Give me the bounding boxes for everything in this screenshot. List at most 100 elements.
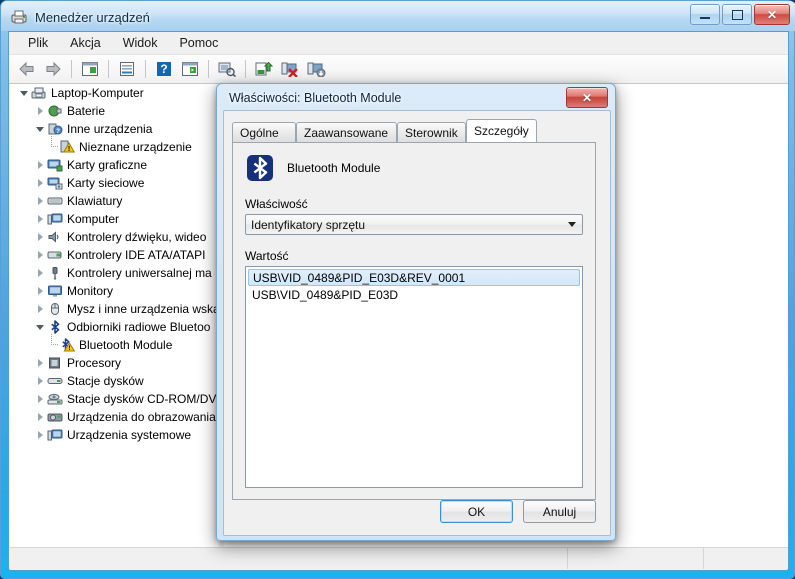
- window-title-group: Menedżer urządzeń: [10, 6, 150, 28]
- tree-connector-icon: [46, 334, 58, 354]
- value-listbox[interactable]: USB\VID_0489&PID_E03D&REV_0001 USB\VID_0…: [245, 266, 583, 488]
- tree-item-klawiatury[interactable]: Klawiatury: [10, 192, 224, 210]
- chevron-down-icon[interactable]: [34, 318, 46, 336]
- tree-item-mysz[interactable]: Mysz i inne urządzenia wska: [10, 300, 224, 318]
- monitor-icon: [46, 283, 64, 299]
- chevron-down-icon: [568, 222, 576, 227]
- menu-widok[interactable]: Widok: [112, 33, 169, 53]
- minimize-button[interactable]: [690, 4, 720, 25]
- tree-item-urzadzenia-systemowe[interactable]: Urządzenia systemowe: [10, 426, 224, 444]
- tree-item-kontrolery-dzwieku[interactable]: Kontrolery dźwięku, wideo: [10, 228, 224, 246]
- toolbar-separator: [108, 60, 109, 78]
- tree-item-bluetooth-radios[interactable]: Odbiorniki radiowe Bluetoo: [10, 318, 224, 336]
- chevron-right-icon[interactable]: [34, 426, 46, 444]
- dialog-close-button[interactable]: ✕: [566, 87, 608, 108]
- chevron-right-icon[interactable]: [34, 390, 46, 408]
- tree-item-label: Urządzenia systemowe: [67, 428, 192, 442]
- update-driver-icon[interactable]: [252, 57, 276, 81]
- tree-item-label: Stacje dysków: [67, 374, 144, 388]
- tree-item-stacje-dyskow[interactable]: Stacje dysków: [10, 372, 224, 390]
- list-item[interactable]: USB\VID_0489&PID_E03D&REV_0001: [248, 269, 580, 286]
- list-item-label: USB\VID_0489&PID_E03D&REV_0001: [253, 270, 466, 285]
- tree-item-komputer[interactable]: Komputer: [10, 210, 224, 228]
- chevron-right-icon[interactable]: [34, 192, 46, 210]
- chevron-right-icon[interactable]: [34, 372, 46, 390]
- maximize-button[interactable]: [722, 4, 752, 25]
- chevron-right-icon[interactable]: [34, 354, 46, 372]
- tab-sterownik[interactable]: Sterownik: [397, 122, 466, 142]
- chevron-right-icon[interactable]: [34, 228, 46, 246]
- chevron-right-icon[interactable]: [34, 300, 46, 318]
- tree-item-bluetooth-module[interactable]: ! Bluetooth Module: [10, 334, 224, 354]
- tab-ogolne[interactable]: Ogólne: [232, 122, 296, 142]
- other-devices-icon: ?: [46, 121, 64, 137]
- tree-item-stacje-cdrom[interactable]: Stacje dysków CD-ROM/DV: [10, 390, 224, 408]
- list-item-label: USB\VID_0489&PID_E03D: [252, 287, 399, 302]
- tree-item-monitory[interactable]: Monitory: [10, 282, 224, 300]
- chevron-down-icon[interactable]: [18, 84, 30, 102]
- menu-bar: Plik Akcja Widok Pomoc: [9, 32, 788, 55]
- console-tree-icon[interactable]: [178, 57, 202, 81]
- tree-item-label: Klawiatury: [67, 194, 123, 208]
- cdrom-drive-icon: [46, 391, 64, 407]
- tab-label: Zaawansowane: [304, 125, 389, 140]
- tree-item-label: Procesory: [67, 356, 122, 370]
- chevron-right-icon[interactable]: [34, 210, 46, 228]
- tree-item-karty-sieciowe[interactable]: Karty sieciowe: [10, 174, 224, 192]
- status-pane-message: [10, 548, 568, 569]
- cancel-button[interactable]: Anuluj: [523, 500, 596, 523]
- tree-item-label: Karty graficzne: [67, 158, 148, 172]
- tree-item-baterie[interactable]: Baterie: [10, 102, 224, 120]
- menu-akcja[interactable]: Akcja: [59, 33, 112, 53]
- menu-pomoc[interactable]: Pomoc: [168, 33, 229, 53]
- tree-item-karty-graficzne[interactable]: Karty graficzne: [10, 156, 224, 174]
- chevron-right-icon[interactable]: [34, 156, 46, 174]
- tree-item-inne-urzadzenia[interactable]: ? Inne urządzenia: [10, 120, 224, 138]
- device-manager-icon: [10, 8, 28, 26]
- tree-item-label: Inne urządzenia: [67, 122, 153, 136]
- bluetooth-icon: [245, 153, 275, 183]
- tab-zaawansowane[interactable]: Zaawansowane: [296, 122, 397, 142]
- disable-device-icon[interactable]: [278, 57, 302, 81]
- help-icon[interactable]: ?: [152, 57, 176, 81]
- tab-szczegoly[interactable]: Szczegóły: [466, 119, 537, 142]
- menu-plik[interactable]: Plik: [17, 33, 59, 53]
- properties-icon[interactable]: [115, 57, 139, 81]
- tree-item-nieznane-urzadzenie[interactable]: ! Nieznane urządzenie: [10, 136, 224, 156]
- chevron-right-icon[interactable]: [34, 174, 46, 192]
- chevron-right-icon[interactable]: [34, 408, 46, 426]
- back-arrow-icon[interactable]: [15, 57, 39, 81]
- scan-hardware-changes-icon[interactable]: [215, 57, 239, 81]
- svg-text:!: !: [68, 146, 70, 153]
- tree-item-kontrolery-ide[interactable]: Kontrolery IDE ATA/ATAPI: [10, 246, 224, 264]
- mouse-icon: [46, 301, 64, 317]
- list-item[interactable]: USB\VID_0489&PID_E03D: [248, 286, 580, 303]
- svg-text:?: ?: [56, 128, 60, 135]
- tree-item-urzadzenia-obrazowania[interactable]: Urządzenia do obrazowania: [10, 408, 224, 426]
- chevron-right-icon[interactable]: [34, 282, 46, 300]
- minimize-icon: [691, 5, 719, 24]
- close-icon: ✕: [581, 90, 593, 105]
- ok-button[interactable]: OK: [440, 500, 513, 523]
- enable-device-icon[interactable]: [304, 57, 328, 81]
- tree-item-label: Komputer: [67, 212, 120, 226]
- tree-item-kontrolery-usb[interactable]: Kontrolery uniwersalnej ma: [10, 264, 224, 282]
- device-manager-window: Menedżer urządzeń ✕ Plik Akcja Widok Pom…: [0, 0, 795, 579]
- tree-item-procesory[interactable]: Procesory: [10, 354, 224, 372]
- device-tree[interactable]: Laptop-Komputer Baterie ? Inne urządzeni…: [10, 84, 224, 550]
- close-button[interactable]: ✕: [754, 4, 790, 25]
- show-hide-tree-icon[interactable]: [78, 57, 102, 81]
- tree-item-label: Kontrolery uniwersalnej ma: [67, 266, 212, 280]
- property-dropdown[interactable]: Identyfikatory sprzętu: [245, 214, 583, 235]
- chevron-right-icon[interactable]: [34, 264, 46, 282]
- tree-item-label: Stacje dysków CD-ROM/DV: [67, 392, 217, 406]
- tree-item-laptop-komputer[interactable]: Laptop-Komputer: [10, 84, 224, 102]
- chevron-right-icon[interactable]: [34, 102, 46, 120]
- cancel-button-label: Anuluj: [542, 504, 577, 519]
- tree-item-label: Kontrolery dźwięku, wideo: [67, 230, 207, 244]
- close-icon: ✕: [766, 7, 778, 22]
- toolbar-separator: [145, 60, 146, 78]
- chevron-down-icon[interactable]: [34, 120, 46, 138]
- forward-arrow-icon[interactable]: [41, 57, 65, 81]
- chevron-right-icon[interactable]: [34, 246, 46, 264]
